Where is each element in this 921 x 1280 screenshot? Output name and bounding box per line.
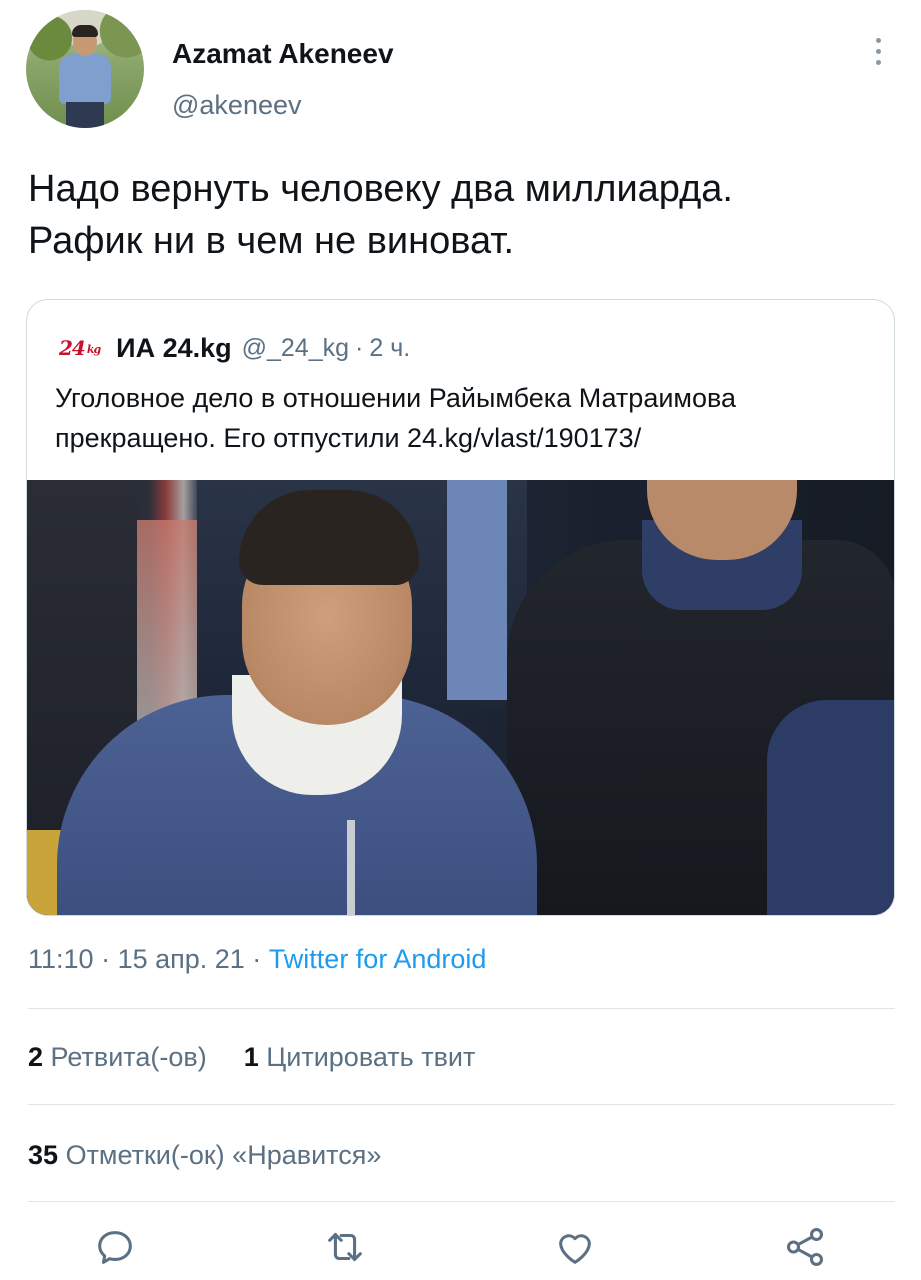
tweet-meta: 11:10 · 15 апр. 21 · Twitter for Android <box>28 944 486 975</box>
more-options-icon[interactable] <box>868 34 890 70</box>
tweet-text-line: Рафик ни в чем не виноват. <box>28 220 515 262</box>
retweets-label[interactable]: Ретвита(-ов) <box>51 1042 207 1072</box>
meta-separator: · <box>244 944 269 974</box>
separator: · <box>355 333 364 362</box>
tweet-date: 15 апр. 21 <box>117 944 245 974</box>
retweet-icon[interactable] <box>322 1224 372 1274</box>
likes-stats: 35 Отметки(-ок) «Нравится» <box>28 1140 381 1171</box>
divider <box>28 1008 895 1009</box>
quotes-label[interactable]: Цитировать твит <box>266 1042 475 1072</box>
likes-count[interactable]: 35 <box>28 1140 58 1170</box>
quoted-tweet-time: 2 ч. <box>369 333 411 362</box>
tweet-text-line: Надо вернуть человеку два миллиарда. <box>28 168 733 210</box>
divider <box>28 1104 895 1105</box>
quoted-tweet-card[interactable]: 24 kg ИА 24.kg @_24_kg · 2 ч. Уголовное д… <box>26 299 895 916</box>
avatar[interactable] <box>26 10 144 128</box>
author-handle[interactable]: @akeneev <box>172 90 302 121</box>
tweet-header: Azamat Akeneev @akeneev <box>26 10 896 130</box>
retweets-count[interactable]: 2 <box>28 1042 43 1072</box>
action-bar <box>0 1224 921 1274</box>
retweet-quote-stats: 2 Ретвита(-ов) 1 Цитировать твит <box>28 1042 475 1073</box>
quoted-text-line: Уголовное дело в отношении Райымбека Мат… <box>55 383 737 413</box>
quoted-author-name: ИА 24.kg <box>116 332 232 363</box>
quoted-tweet-header: 24 kg ИА 24.kg @_24_kg · 2 ч. <box>59 330 410 366</box>
divider <box>28 1201 895 1202</box>
tweet-text: Надо вернуть человеку два миллиарда. Раф… <box>28 163 898 267</box>
reply-icon[interactable] <box>92 1224 142 1274</box>
tweet-time: 11:10 <box>28 944 94 974</box>
quotes-count[interactable]: 1 <box>244 1042 259 1072</box>
tweet-source-link[interactable]: Twitter for Android <box>269 944 487 974</box>
meta-separator: · <box>93 944 118 974</box>
quoted-tweet-text: Уголовное дело в отношении Райымбека Мат… <box>55 378 875 458</box>
author-display-name[interactable]: Azamat Akeneev <box>172 38 394 70</box>
quoted-tweet-photo[interactable] <box>27 480 894 915</box>
share-icon[interactable] <box>782 1224 832 1274</box>
source-logo: 24 kg <box>59 336 101 360</box>
likes-label[interactable]: Отметки(-ок) «Нравится» <box>66 1140 382 1170</box>
like-icon[interactable] <box>552 1224 602 1274</box>
quoted-author-handle: @_24_kg <box>241 333 350 362</box>
quoted-text-line: прекращено. Его отпустили 24.kg/vlast/19… <box>55 423 642 453</box>
